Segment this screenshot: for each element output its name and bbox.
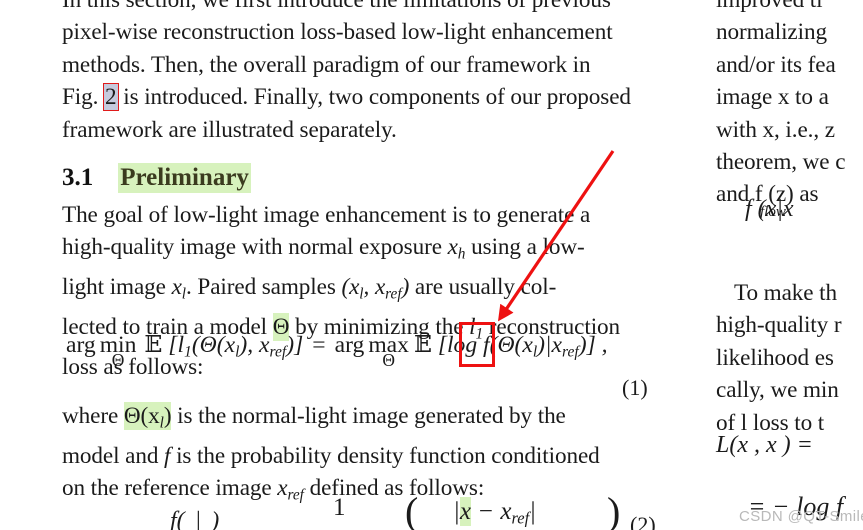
- where-line-3: on the reference image xref defined as f…: [62, 472, 682, 512]
- right-p2-line-1: To make th: [734, 280, 837, 306]
- eq1-mid: (Θ(x: [191, 332, 236, 358]
- right-line-1: normalizing: [716, 19, 827, 46]
- right-p2-line-4: cally, we min: [716, 377, 839, 404]
- eq1-open: [l: [162, 332, 185, 358]
- eq2-paren-close: ): [607, 489, 621, 530]
- eq1-sub1: 1: [184, 343, 192, 361]
- prelim-l3-b: . Paired samples: [186, 274, 342, 301]
- fig-label: Fig.: [62, 84, 99, 111]
- eq1-b2-bar: )|x: [537, 332, 562, 358]
- prelim-line-2: high-quality image with normal exposure …: [62, 231, 682, 271]
- intro-line-2: pixel-wise reconstruction loss-based low…: [62, 19, 613, 46]
- eq2-lhs-close: ): [211, 508, 220, 530]
- right-p2-line-2: high-quality r: [716, 312, 842, 339]
- prelim-l2-b: using a low-: [465, 234, 585, 261]
- where-l2-a: model and: [62, 442, 165, 469]
- eq2-abs-sub: ref: [511, 508, 530, 528]
- intro-line-4-rest: is introduced. Finally, two components o…: [123, 84, 631, 111]
- eq2-paren-open: (: [405, 489, 419, 530]
- eq2-lhs-bar: |: [194, 508, 202, 530]
- right-equation-flow-subscript: flow: [760, 204, 786, 221]
- right-paragraph-2: To make th high-quality r likelihood es …: [716, 277, 863, 439]
- left-column: In this section, we first introduce the …: [62, 0, 682, 383]
- eq1-expectation-1: 𝔼: [144, 330, 163, 358]
- prelim-line-1: The goal of low-light image enhancement …: [62, 202, 591, 229]
- where-l2-b: is the probability density function cond…: [170, 442, 600, 469]
- eq1-min-op: min Θ: [100, 332, 137, 370]
- right-paragraph-1: improved ti normalizing and/or its fea i…: [716, 0, 863, 211]
- eq1-arg: arg: [66, 332, 96, 358]
- math-x-ref: x: [277, 475, 288, 502]
- prelim-l3-a: light image: [62, 274, 172, 301]
- intro-line-5: framework are illustrated separately.: [62, 116, 397, 143]
- eq1-sub3: ref: [269, 343, 287, 361]
- math-x-l: x: [171, 274, 182, 301]
- right-equation-L-text: L(x , x ) =: [716, 432, 813, 458]
- right-equation-L: L(x , x ) =: [716, 432, 813, 459]
- right-line-3: image x to a: [716, 84, 829, 111]
- right-line-2: and/or its fea: [716, 51, 836, 78]
- right-line-4: with x, i.e., z: [716, 116, 835, 143]
- where-line-2: model and f is the probability density f…: [62, 440, 682, 472]
- eq1-min-sub: Θ: [111, 349, 125, 370]
- pdf-page[interactable]: In this section, we first introduce the …: [0, 0, 863, 530]
- eq2-abs-x-highlight: x: [459, 497, 471, 526]
- equation-2-fraction-numerator: 1: [333, 494, 346, 521]
- eq1-close: )]: [286, 332, 304, 358]
- eq2-abs-close: |: [529, 498, 537, 525]
- math-pair-sub2: ref: [385, 285, 402, 303]
- intro-line-4: Fig. 2 is introduced. Finally, two compo…: [62, 81, 682, 113]
- right-paragraph-2-wrap: To make th high-quality r likelihood es …: [716, 277, 863, 439]
- math-pair-open: (x: [341, 274, 360, 301]
- where-theta: Θ(x: [123, 403, 160, 429]
- eq1-b2-sub2: ref: [562, 343, 579, 361]
- prelim-l2-a: high-quality image with normal exposure: [62, 234, 448, 261]
- section-heading: 3.1 Preliminary: [62, 163, 682, 194]
- red-box-annotation-expectation: [459, 322, 495, 367]
- eq2-abs-group: |x − xref|: [453, 497, 537, 529]
- eq1-equals: =: [312, 332, 326, 358]
- right-line-5: theorem, we c: [716, 149, 846, 176]
- section-number: 3.1: [62, 164, 94, 192]
- eq1-max-op: max Θ: [368, 332, 409, 370]
- right-line-0: improved ti: [716, 0, 823, 13]
- eq1-expectation-2: 𝔼: [413, 330, 432, 358]
- eq2-lhs-f: f(: [170, 508, 185, 530]
- where-l3-a: on the reference image: [62, 475, 278, 502]
- math-theta-x-highlight: Θ(xl): [123, 402, 172, 431]
- eq1-arg2: arg: [334, 332, 365, 358]
- right-column: improved ti normalizing and/or its fea i…: [716, 0, 863, 211]
- section-title: Preliminary: [118, 163, 251, 194]
- equation-2: f( |): [170, 508, 219, 530]
- eq1-argmin: arg: [66, 332, 96, 359]
- math-x-h: x: [447, 234, 458, 261]
- intro-line-1: In this section, we first introduce the …: [62, 0, 611, 13]
- intro-line-3: methods. Then, the overall paradigm of o…: [62, 51, 591, 78]
- eq1-max-sub: Θ: [382, 349, 395, 370]
- equation-2-number: (2): [630, 512, 656, 530]
- right-p2-line-3: likelihood es: [716, 344, 834, 371]
- eq2-abs-minus: − x: [470, 498, 512, 525]
- equation-1-number: (1): [622, 375, 648, 400]
- csdn-watermark: CSDN @QT-Smile: [739, 508, 863, 525]
- where-line-1: where Θ(xl) is the normal-light image ge…: [62, 400, 682, 440]
- math-pair-mid: , x: [363, 274, 386, 301]
- right-equation-flow-sub-text: flow: [760, 204, 786, 220]
- prelim-l3-c: are usually col-: [409, 274, 557, 301]
- equation-1: arg min Θ 𝔼 [l1(Θ(xl), xref)] = arg max Θ 𝔼 [log…: [66, 330, 608, 370]
- math-x-ref-sub: ref: [287, 486, 304, 504]
- eq1-b2-close: )] ,: [578, 332, 608, 358]
- intro-paragraph: In this section, we first introduce the …: [62, 0, 682, 146]
- figure-reference-link[interactable]: 2: [103, 83, 119, 112]
- eq2-abs-open: |: [453, 498, 460, 525]
- where-paragraph: where Θ(xl) is the normal-light image ge…: [62, 400, 682, 512]
- where-l1-a: where: [62, 403, 124, 429]
- eq1-mid2: ), x: [239, 332, 270, 358]
- where-l1-b: is the normal-light image generated by t…: [171, 403, 566, 429]
- prelim-line-3: light image xl. Paired samples (xl, xref…: [62, 271, 682, 311]
